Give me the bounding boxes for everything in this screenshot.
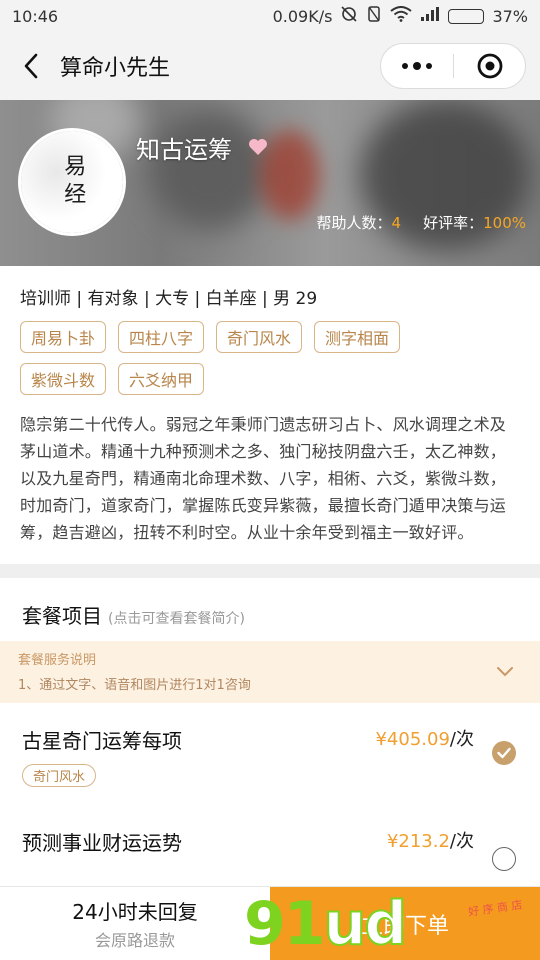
refund-notice: 24小时未回复 会原路退款 — [0, 887, 270, 960]
service-notice[interactable]: 套餐服务说明 1、通过文字、语音和图片进行1对1咨询 — [0, 641, 540, 703]
master-avatar[interactable]: 易经 — [18, 128, 126, 236]
skill-tag: 测字相面 — [314, 321, 401, 353]
sim-icon — [366, 5, 382, 27]
skill-tags: 周易卜卦 四柱八字 奇门风水 测字相面 紫微斗数 六爻纳甲 — [20, 321, 440, 395]
skill-tag: 紫微斗数 — [20, 363, 107, 395]
wifi-icon — [390, 6, 413, 26]
site-watermark: 91ud — [244, 889, 408, 959]
packages-title: 套餐项目 — [22, 604, 102, 628]
chevron-down-icon[interactable] — [496, 663, 514, 677]
refund-line-2: 会原路退款 — [94, 931, 175, 950]
battery-percent: 37% — [492, 6, 528, 26]
status-icons: 0.09K/s 37% — [273, 5, 528, 27]
bottom-action-bar: 24小时未回复 会原路退款 立即下单 好 序 商 店 91ud — [0, 886, 540, 960]
more-options-icon[interactable] — [381, 44, 453, 88]
master-name: 知古运筹 — [136, 136, 232, 164]
help-count-stat: 帮助人数：4 — [316, 214, 402, 232]
refund-line-1: 24小时未回复 — [72, 900, 198, 924]
skill-tag: 奇门风水 — [216, 321, 303, 353]
master-profile: 培训师 | 有对象 | 大专 | 白羊座 | 男 29 周易卜卦 四柱八字 奇门… — [0, 266, 540, 546]
net-speed: 0.09K/s — [272, 6, 333, 26]
back-arrow-icon[interactable] — [16, 51, 46, 81]
banner-seal-decoration — [260, 130, 320, 220]
skill-tag: 周易卜卦 — [20, 321, 107, 353]
alarm-off-icon — [340, 5, 358, 27]
close-mini-program-icon[interactable] — [454, 44, 525, 88]
status-bar: 10:46 0.09K/s 37% — [0, 0, 540, 32]
signal-icon — [420, 6, 440, 26]
watermark-subtext: 好 序 商 店 — [466, 898, 523, 919]
notice-title: 套餐服务说明 — [18, 653, 97, 668]
package-item[interactable]: 预测事业财运运势 ¥213.2/次 — [0, 799, 540, 879]
page-title: 算命小先生 — [60, 56, 171, 81]
master-banner: 易经 知古运筹 帮助人数：4 好评率：100% — [0, 100, 540, 266]
selected-check-icon[interactable] — [492, 741, 516, 765]
rating-stat: 好评率：100% — [423, 214, 526, 232]
profile-summary: 培训师 | 有对象 | 大专 | 白羊座 | 男 29 — [20, 289, 318, 309]
skill-tag: 六爻纳甲 — [118, 363, 205, 395]
package-price: ¥213.2/次 — [386, 831, 474, 852]
package-price: ¥405.09/次 — [375, 729, 474, 750]
master-bio: 隐宗第二十代传人。弱冠之年秉师门遗志研习占卜、风水调理之术及茅山道术。精通十九种… — [20, 415, 507, 542]
avatar-calligraphy: 易经 — [21, 131, 123, 233]
mini-program-capsule — [380, 43, 526, 89]
notice-text: 1、通过文字、语音和图片进行1对1咨询 — [18, 678, 251, 693]
package-item[interactable]: 古星奇门运筹每项 ¥405.09/次 奇门风水 — [0, 703, 540, 799]
avatar-text: 易经 — [60, 154, 86, 210]
banner-ink-decoration — [150, 110, 270, 230]
nav-bar: 算命小先生 — [0, 32, 540, 100]
battery-icon — [448, 8, 485, 24]
packages-header: 套餐项目 (点击可查看套餐简介) — [0, 578, 540, 641]
package-tag: 奇门风水 — [22, 764, 97, 787]
skill-tag: 四柱八字 — [118, 321, 205, 353]
packages-hint: (点击可查看套餐简介) — [108, 611, 245, 627]
heart-icon — [248, 138, 268, 156]
status-time: 10:46 — [12, 6, 59, 26]
unselected-radio-icon[interactable] — [492, 847, 516, 871]
master-stats: 帮助人数：4 好评率：100% — [317, 212, 526, 233]
section-divider — [0, 564, 540, 578]
